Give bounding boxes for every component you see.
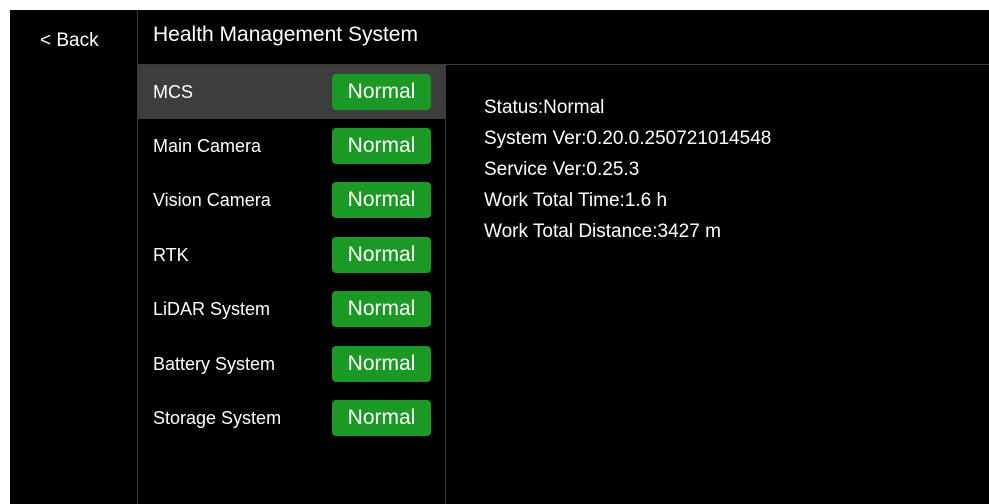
detail-service-version: Service Ver:0.25.3 <box>484 159 640 180</box>
module-name: Main Camera <box>153 136 262 156</box>
status-badge: Normal <box>332 74 431 110</box>
module-name: LiDAR System <box>153 299 271 319</box>
module-name: RTK <box>153 245 189 265</box>
module-item-mcs[interactable]: MCS Normal <box>138 65 445 119</box>
detail-panel: Status:Normal System Ver:0.20.0.25072101… <box>484 91 964 248</box>
detail-work-total-distance: Work Total Distance:3427 m <box>484 221 721 242</box>
back-column: < Back <box>10 10 138 504</box>
module-item-storage-system[interactable]: Storage System Normal <box>138 391 445 445</box>
health-management-screen: < Back Health Management System MCS Norm… <box>10 10 989 504</box>
header-bar: Health Management System <box>138 10 989 65</box>
status-badge: Normal <box>332 400 431 436</box>
module-item-lidar-system[interactable]: LiDAR System Normal <box>138 282 445 336</box>
detail-work-total-time: Work Total Time:1.6 h <box>484 190 668 211</box>
detail-system-version: System Ver:0.20.0.250721014548 <box>484 128 772 149</box>
back-button[interactable]: < Back <box>40 30 99 52</box>
module-name: Storage System <box>153 408 282 428</box>
detail-status: Status:Normal <box>484 97 605 118</box>
status-badge: Normal <box>332 182 431 218</box>
module-name: MCS <box>153 82 193 102</box>
module-name: Battery System <box>153 354 276 374</box>
module-item-vision-camera[interactable]: Vision Camera Normal <box>138 173 445 227</box>
module-item-rtk[interactable]: RTK Normal <box>138 228 445 282</box>
module-list: MCS Normal Main Camera Normal Vision Cam… <box>138 65 446 504</box>
status-badge: Normal <box>332 291 431 327</box>
status-badge: Normal <box>332 346 431 382</box>
module-name: Vision Camera <box>153 190 271 210</box>
module-item-main-camera[interactable]: Main Camera Normal <box>138 119 445 173</box>
page-title: Health Management System <box>153 23 418 46</box>
module-item-battery-system[interactable]: Battery System Normal <box>138 337 445 391</box>
status-badge: Normal <box>332 128 431 164</box>
status-badge: Normal <box>332 237 431 273</box>
